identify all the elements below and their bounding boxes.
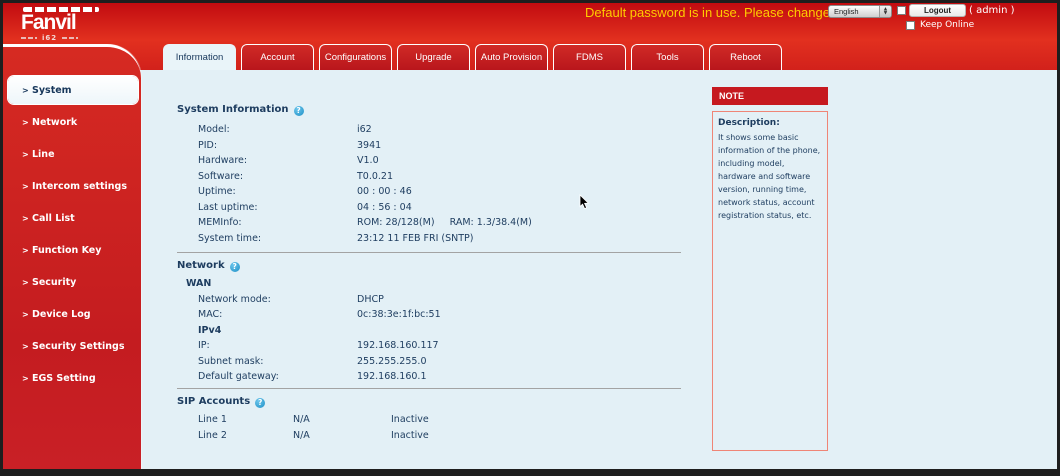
tab-auto-provision[interactable]: Auto Provision: [475, 44, 548, 70]
info-row: IP: 192.168.160.117: [198, 340, 439, 351]
info-row: Subnet mask: 255.255.255.0: [198, 355, 427, 367]
tab-configurations[interactable]: Configurations: [319, 44, 392, 70]
sidebar-item-security[interactable]: > Security: [8, 268, 138, 296]
sidebar-item-call-list[interactable]: > Call List: [8, 204, 138, 232]
info-row: PID: 3941: [198, 139, 382, 151]
system-information-title: System Information?: [177, 104, 304, 116]
network-title: Network?: [177, 260, 240, 272]
info-row: MEMInfo: ROM: 28/128(M) RAM: 1.3/38.4(M): [198, 217, 532, 228]
note-panel-body: Description: It shows some basic informa…: [712, 111, 828, 451]
chevron-right-icon: >: [22, 149, 29, 159]
sip-accounts-rows: Line 1 N/A Inactive Line 2 N/A Inactive: [175, 412, 695, 443]
keep-online-checkbox[interactable]: [906, 20, 915, 30]
group-row: IPv4: [175, 323, 695, 339]
sidebar-nav: > System > Network > Line > Intercom set…: [3, 44, 141, 469]
help-icon[interactable]: ?: [293, 106, 304, 116]
note-description-text: It shows some basic information of the p…: [718, 133, 821, 220]
chevron-right-icon: >: [22, 341, 29, 351]
sidebar-item-label: Call List: [32, 212, 75, 224]
logout-button[interactable]: Logout: [909, 4, 966, 17]
ipv4-group-label: IPv4: [198, 324, 222, 336]
default-password-warning: Default password is in use. Please chang…: [585, 5, 830, 20]
keep-online-row: Keep Online: [906, 20, 974, 30]
tab-tools[interactable]: Tools: [631, 44, 704, 70]
fanvil-logo: Fanvil i62: [21, 7, 105, 42]
sidebar-item-line[interactable]: > Line: [8, 140, 138, 168]
chevron-right-icon: >: [22, 213, 29, 223]
sidebar-item-security-settings[interactable]: > Security Settings: [8, 332, 138, 360]
sip-accounts-title: SIP Accounts?: [177, 396, 266, 408]
phone-admin-window: Fanvil i62 Default password is in use. P…: [0, 0, 1060, 476]
help-icon[interactable]: ?: [229, 262, 240, 272]
tab-fdms[interactable]: FDMS: [553, 44, 626, 70]
chevron-right-icon: >: [22, 373, 29, 383]
wan-group-label: WAN: [186, 278, 212, 289]
sidebar-item-label: Device Log: [32, 308, 91, 320]
section-divider: [177, 388, 681, 389]
info-row: System time: 23:12 11 FEB FRI (SNTP): [198, 232, 474, 244]
select-stepper-icon: ▲ ▼: [879, 6, 891, 17]
network-rows: WAN Network mode: DHCP MAC: 0c:38:3e:1f:bc…: [175, 276, 695, 385]
sip-line-row: Line 1 N/A Inactive: [198, 414, 429, 425]
sidebar-item-function-key[interactable]: > Function Key: [8, 236, 138, 264]
sidebar-item-label: System: [32, 84, 72, 96]
tab-reboot[interactable]: Reboot: [709, 44, 782, 70]
chevron-right-icon: >: [22, 117, 29, 127]
tab-account[interactable]: Account: [241, 44, 314, 70]
logged-in-user: ( admin ): [969, 5, 1015, 16]
chevron-right-icon: >: [22, 277, 29, 287]
logo-dash-right-icon: [62, 37, 79, 39]
main-content: System Information? Model: i62 PID: 3941 H…: [175, 70, 695, 469]
sip-status: Inactive: [391, 429, 429, 441]
sip-line-row: Line 2 N/A Inactive: [198, 429, 429, 441]
info-row: Model: i62: [198, 124, 372, 135]
top-tab-bar: Information Account Configurations Upgra…: [163, 44, 782, 70]
brand-model: i62: [42, 34, 58, 42]
sip-status: Inactive: [391, 414, 429, 425]
info-row: Software: T0.0.21: [198, 170, 394, 182]
chevron-right-icon: >: [22, 85, 29, 95]
brand-name: Fanvil: [21, 11, 77, 34]
chevron-right-icon: >: [22, 245, 29, 255]
info-row: Uptime: 00 : 00 : 46: [198, 186, 412, 197]
language-select[interactable]: English ▲ ▼: [828, 5, 892, 18]
note-description-label: Description:: [718, 118, 780, 128]
tab-upgrade[interactable]: Upgrade: [397, 44, 470, 70]
sidebar-item-network[interactable]: > Network: [8, 108, 138, 136]
mouse-cursor-icon: [579, 194, 590, 210]
sidebar-item-label: Security: [32, 276, 77, 288]
info-row: MAC: 0c:38:3e:1f:bc:51: [198, 309, 441, 320]
help-icon[interactable]: ?: [255, 398, 266, 408]
header-checkbox[interactable]: [897, 6, 906, 15]
chevron-right-icon: >: [22, 181, 29, 191]
keep-online-label: Keep Online: [920, 20, 975, 30]
sidebar-item-system[interactable]: > System: [8, 76, 138, 104]
sidebar-item-label: Network: [32, 116, 78, 128]
sidebar-item-label: Security Settings: [32, 340, 125, 352]
info-row: Default gateway: 192.168.160.1: [198, 371, 427, 382]
group-row: WAN: [175, 276, 695, 292]
sidebar-item-device-log[interactable]: > Device Log: [8, 300, 138, 328]
sidebar-item-label: EGS Setting: [32, 372, 96, 384]
system-information-rows: Model: i62 PID: 3941 Hardware: V1.0 Softwar…: [175, 122, 695, 246]
info-row: Last uptime: 04 : 56 : 04: [198, 201, 412, 213]
info-row: Network mode: DHCP: [198, 293, 384, 305]
chevron-right-icon: >: [22, 309, 29, 319]
note-panel-header: NOTE: [712, 87, 828, 105]
logo-dash-left-icon: [21, 37, 37, 39]
sidebar-item-egs-setting[interactable]: > EGS Setting: [8, 364, 138, 392]
section-divider: [177, 252, 681, 253]
sidebar-item-label: Function Key: [32, 244, 102, 256]
tab-information[interactable]: Information: [163, 44, 236, 70]
sidebar-item-intercom-settings[interactable]: > Intercom settings: [8, 172, 138, 200]
sidebar-item-label: Intercom settings: [32, 180, 127, 192]
info-row: Hardware: V1.0: [198, 155, 379, 166]
language-selected-value: English: [834, 7, 859, 16]
sidebar-item-label: Line: [32, 148, 55, 160]
